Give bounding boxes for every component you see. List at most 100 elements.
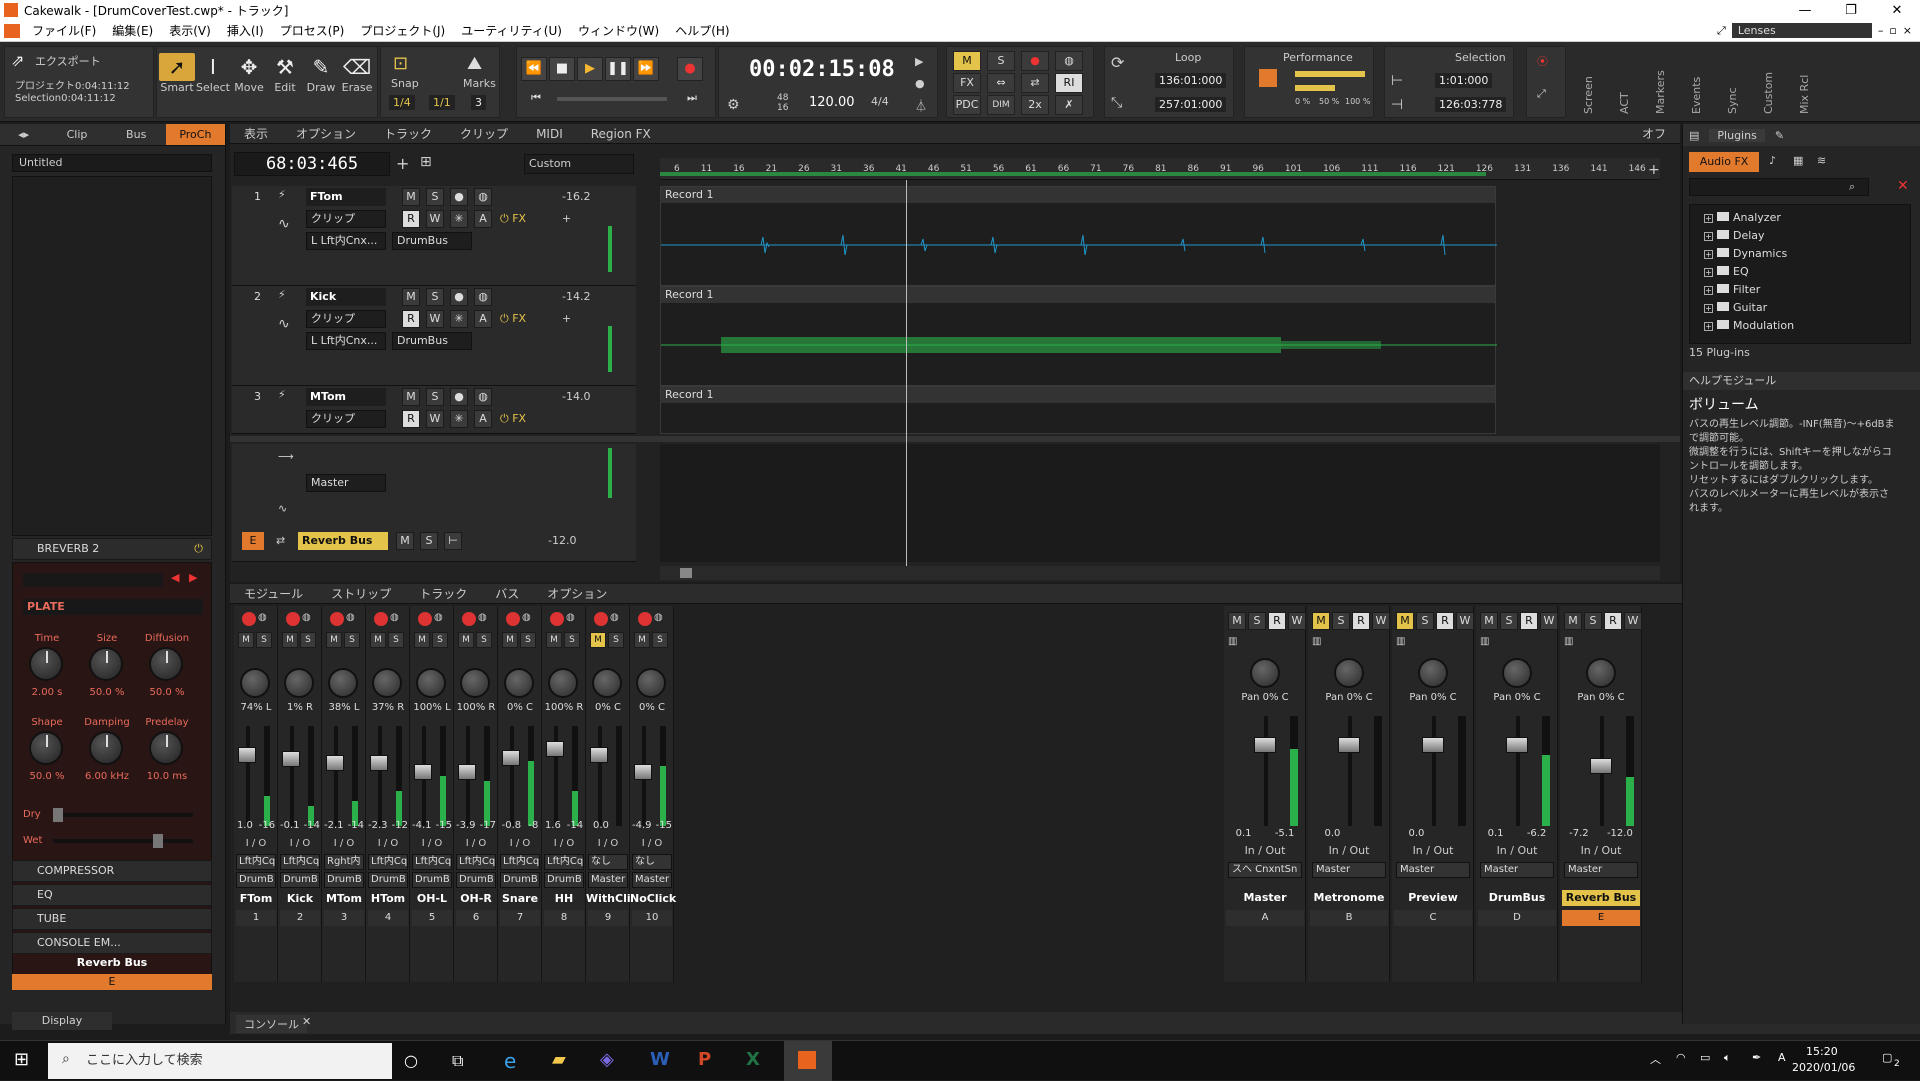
echo-icon[interactable]: ◍ xyxy=(390,612,399,623)
archive-button[interactable]: A xyxy=(474,310,492,328)
volume-fader-cap[interactable] xyxy=(590,747,608,763)
wet-slider[interactable] xyxy=(53,834,193,848)
bus-read-button[interactable]: R xyxy=(1436,612,1454,630)
menu-track-console[interactable]: トラック xyxy=(405,585,481,602)
track-view-preset[interactable]: Custom xyxy=(524,154,634,174)
meter[interactable]: 4/4 xyxy=(871,95,889,108)
audio-fx-button[interactable]: Audio FX xyxy=(1689,152,1759,172)
menu-track[interactable]: トラック xyxy=(370,125,446,142)
arm-button[interactable] xyxy=(330,612,344,626)
volume-fader-cap[interactable] xyxy=(238,747,256,763)
mute-button[interactable]: M xyxy=(402,388,420,406)
bus-solo-button[interactable]: S xyxy=(1416,612,1434,630)
bus-output-select[interactable]: Master xyxy=(1480,862,1554,878)
output-select[interactable]: DrumB xyxy=(412,872,452,888)
input-select[interactable]: なし xyxy=(588,854,628,870)
bus-meter-icon[interactable]: ▥ xyxy=(1312,636,1321,647)
play-small-icon[interactable]: ▶ xyxy=(915,55,923,68)
read-automation-button[interactable]: R xyxy=(402,210,420,228)
output-select[interactable]: DrumB xyxy=(368,872,408,888)
sync-toggle[interactable]: Sync xyxy=(1726,46,1758,118)
mute-global-button[interactable]: M xyxy=(953,51,981,71)
bus-clip-area[interactable] xyxy=(660,444,1660,562)
bus-solo-button[interactable]: S xyxy=(1248,612,1266,630)
read-automation-button[interactable]: R xyxy=(402,310,420,328)
marks-icon[interactable]: ⛰ xyxy=(467,53,482,74)
expand-icon[interactable]: + xyxy=(1704,304,1713,313)
arm-button[interactable] xyxy=(462,612,476,626)
menu-insert[interactable]: 挿入(I) xyxy=(219,22,272,39)
horizontal-scrollbar[interactable] xyxy=(660,566,1660,580)
breverb-power-icon[interactable]: ⏻ xyxy=(194,539,203,559)
mute-button[interactable]: M xyxy=(546,632,562,648)
display-dropdown[interactable]: Display xyxy=(12,1012,112,1030)
edit-filter-dropdown[interactable]: クリップ xyxy=(306,210,386,228)
expand-icon[interactable]: + xyxy=(1704,322,1713,331)
bus-strip-name[interactable]: Preview xyxy=(1394,890,1472,906)
loop-icon[interactable]: ⟳ xyxy=(1111,53,1124,72)
battery-icon[interactable]: ▭ xyxy=(1700,1051,1710,1064)
fx-global-button[interactable]: FX xyxy=(953,73,981,93)
menu-region-fx[interactable]: Region FX xyxy=(577,127,665,141)
pan-knob[interactable] xyxy=(416,668,446,698)
bus-write-button[interactable]: W xyxy=(1456,612,1474,630)
taskbar-search-input[interactable]: ここに入力して検索 xyxy=(48,1043,392,1079)
volume-fader-track[interactable] xyxy=(598,726,602,826)
bus-pan-knob[interactable] xyxy=(1250,658,1280,688)
record-small-icon[interactable]: ● xyxy=(915,77,925,90)
solo-button[interactable]: S xyxy=(344,632,360,648)
expand-icon[interactable]: + xyxy=(1704,232,1713,241)
size-knob[interactable] xyxy=(89,647,123,681)
menu-midi[interactable]: MIDI xyxy=(522,127,577,141)
track-folder-icon[interactable]: ⊞ xyxy=(420,154,432,170)
custom-toggle[interactable]: Custom xyxy=(1762,46,1794,118)
bus-read-button[interactable]: R xyxy=(1604,612,1622,630)
output-dropdown[interactable]: DrumBus xyxy=(392,332,472,350)
clock-date[interactable]: 2020/01/06 xyxy=(1792,1061,1855,1074)
echo-icon[interactable]: ◍ xyxy=(346,612,355,623)
bus-mute-button[interactable]: M xyxy=(396,532,414,550)
bus-output-select[interactable]: Master xyxy=(1312,862,1386,878)
expand-icon[interactable]: + xyxy=(1704,268,1713,277)
automation-off-dropdown[interactable]: オフ xyxy=(1628,125,1680,142)
input-select[interactable]: Lft内Cq xyxy=(544,854,584,870)
bus-solo-button[interactable]: S xyxy=(1584,612,1602,630)
volume-fader-cap[interactable] xyxy=(634,763,652,780)
menu-window[interactable]: ウィンドウ(W) xyxy=(570,22,667,39)
arm-button[interactable] xyxy=(286,612,300,626)
tempo[interactable]: 120.00 xyxy=(809,95,855,110)
bus-solo-button[interactable]: S xyxy=(1500,612,1518,630)
echo-button[interactable]: ◍ xyxy=(474,388,492,406)
engine-icon[interactable] xyxy=(1259,69,1277,87)
edit-filter-dropdown[interactable]: クリップ xyxy=(306,410,386,428)
bus-pan-knob[interactable] xyxy=(1502,658,1532,688)
echo-button[interactable]: ◍ xyxy=(474,188,492,206)
menu-help[interactable]: ヘルプ(H) xyxy=(667,22,737,39)
write-automation-button[interactable]: W xyxy=(426,310,444,328)
cortana-icon[interactable]: ○ xyxy=(404,1051,418,1070)
clip-kick[interactable]: Record 1 xyxy=(660,286,1497,386)
solo-button[interactable]: S xyxy=(608,632,624,648)
track-header-1[interactable]: 1 ⚡ FTom M S ● ◍ -16.2 ∿ クリップ R W ✳ A ⏻ … xyxy=(232,186,636,286)
strip-name[interactable]: Kick xyxy=(278,892,322,905)
bus-output-select[interactable]: Master xyxy=(1396,862,1470,878)
bus-volume-fader-cap[interactable] xyxy=(1506,736,1528,753)
archive-button[interactable]: A xyxy=(474,410,492,428)
go-to-start-icon[interactable]: ⏮ xyxy=(531,91,541,105)
mute-button[interactable]: M xyxy=(458,632,474,648)
volume-fader-track[interactable] xyxy=(378,726,382,826)
excel-icon[interactable]: X xyxy=(746,1049,760,1070)
track-name[interactable]: MTom xyxy=(306,388,386,406)
output-dropdown[interactable]: DrumBus xyxy=(392,232,472,250)
mdi-min-icon[interactable]: – xyxy=(1878,24,1884,37)
pan-knob[interactable] xyxy=(548,668,578,698)
bus-pan-knob[interactable] xyxy=(1586,658,1616,688)
input-select[interactable]: Lft内Cq xyxy=(456,854,496,870)
mute-button[interactable]: M xyxy=(402,188,420,206)
input-select[interactable]: Lft内Cq xyxy=(500,854,540,870)
bus-strip-name[interactable]: Reverb Bus xyxy=(1562,890,1640,906)
powerpoint-icon[interactable]: P xyxy=(698,1049,711,1070)
echo-icon[interactable]: ◍ xyxy=(654,612,663,623)
input-select[interactable]: なし xyxy=(632,854,672,870)
punch-range-icon[interactable]: ⤢ xyxy=(1537,87,1546,101)
